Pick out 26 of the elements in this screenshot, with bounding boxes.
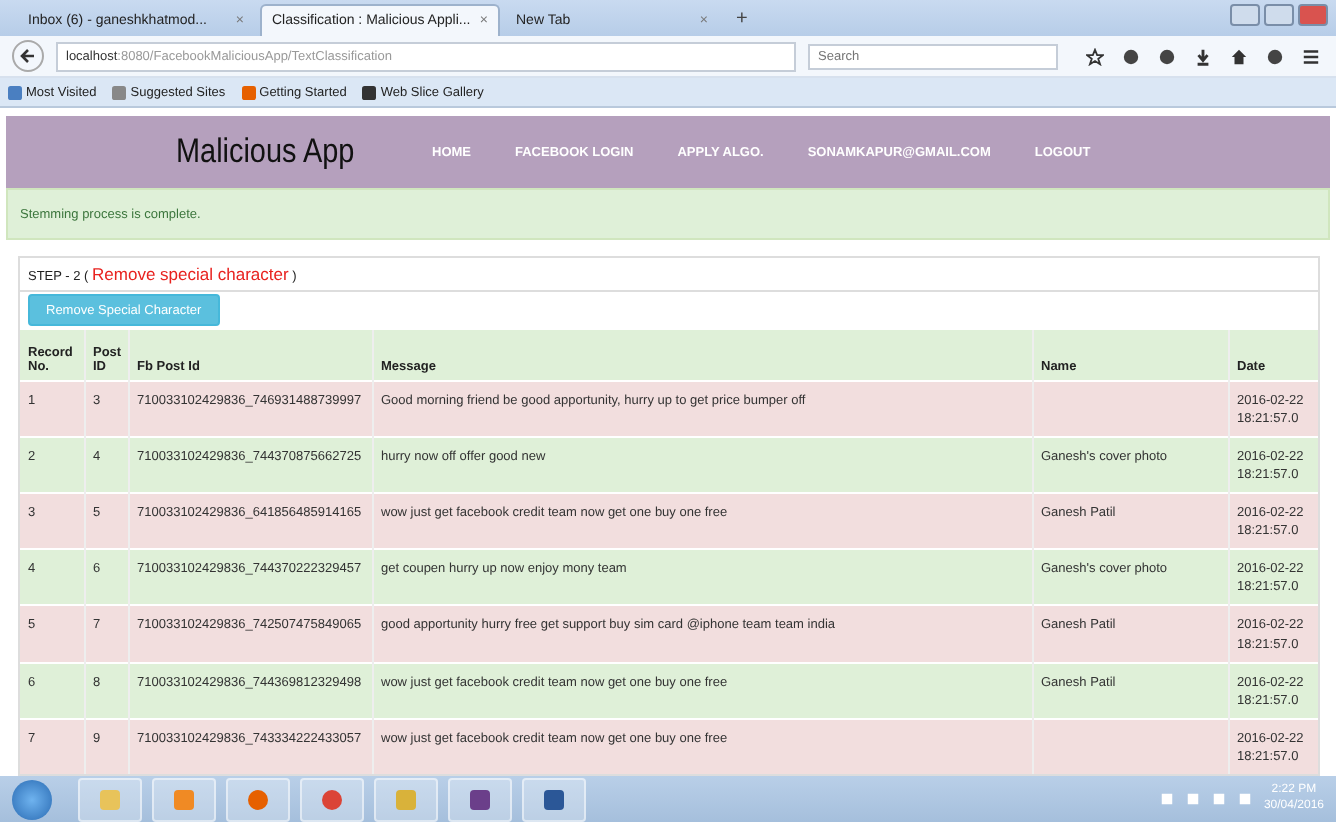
taskbar-app-button[interactable] <box>522 777 586 821</box>
new-tab-button[interactable]: + <box>736 7 748 29</box>
app-icon <box>320 787 344 811</box>
favicon-icon <box>112 85 127 99</box>
app-icon <box>542 787 566 811</box>
favicon-icon <box>362 85 377 99</box>
download-icon[interactable] <box>1194 47 1212 65</box>
app-icon <box>98 787 122 811</box>
back-button[interactable] <box>12 40 44 72</box>
menu-icon[interactable] <box>1302 47 1320 65</box>
favicon-icon <box>8 85 22 99</box>
app-icon <box>394 787 418 811</box>
taskbar-app-button[interactable] <box>300 777 364 821</box>
taskbar-app-button[interactable] <box>448 777 512 821</box>
back-arrow-icon <box>20 48 36 64</box>
bookmark-star-icon[interactable] <box>1086 47 1104 65</box>
app-icon <box>172 787 196 811</box>
app-brand: Malicious App <box>176 132 357 172</box>
favicon-icon <box>241 85 256 99</box>
maximize-button[interactable] <box>1264 4 1294 26</box>
start-button[interactable] <box>12 779 52 819</box>
app-icon <box>246 787 270 811</box>
minimize-button[interactable] <box>1230 4 1260 26</box>
home-icon[interactable] <box>1230 47 1248 65</box>
taskbar-app-button[interactable] <box>226 777 290 821</box>
app-icon <box>468 787 492 811</box>
